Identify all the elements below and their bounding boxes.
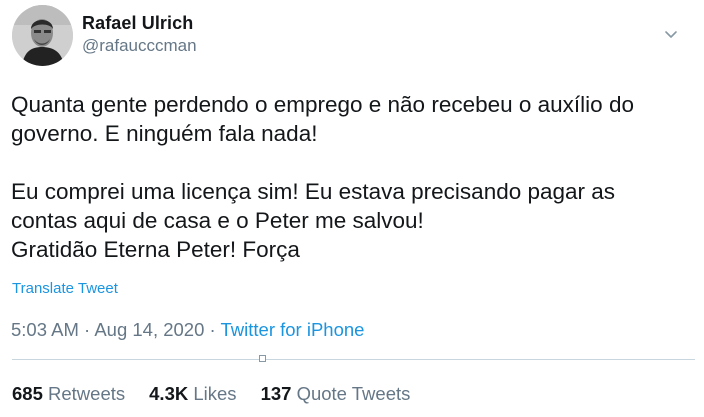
resize-handle [259, 355, 266, 362]
engagement-stats: 685 Retweets 4.3K Likes 137 Quote Tweets [12, 383, 434, 405]
tweet-source-link[interactable]: Twitter for iPhone [221, 319, 365, 340]
tweet-date[interactable]: Aug 14, 2020 [94, 319, 204, 340]
tweet-line: contas aqui de casa e o Peter me salvou! [11, 208, 424, 233]
quote-tweets-label: Quote Tweets [296, 383, 411, 404]
retweets-count: 685 [12, 383, 43, 404]
avatar[interactable] [12, 5, 73, 66]
likes-stat[interactable]: 4.3K Likes [149, 383, 236, 405]
divider [12, 359, 695, 360]
separator: · [78, 319, 95, 340]
quote-tweets-stat[interactable]: 137 Quote Tweets [261, 383, 411, 405]
tweet-header: Rafael Ulrich @rafaucccman [0, 0, 704, 70]
translate-tweet-link[interactable]: Translate Tweet [12, 280, 118, 297]
tweet-metadata: 5:03 AM · Aug 14, 2020 · Twitter for iPh… [11, 319, 364, 341]
profile-photo-icon [12, 5, 73, 66]
tweet-line: governo. E ninguém fala nada! [11, 121, 318, 146]
separator: · [204, 319, 221, 340]
chevron-down-icon[interactable] [662, 25, 680, 43]
quote-tweets-count: 137 [260, 383, 292, 404]
retweets-label: Retweets [48, 383, 126, 404]
tweet-line: Eu comprei uma licença sim! Eu estava pr… [11, 179, 616, 204]
tweet-line: Gratidão Eterna Peter! Força [11, 237, 300, 262]
retweets-stat[interactable]: 685 Retweets [12, 383, 125, 405]
likes-count: 4.3K [149, 383, 189, 404]
tweet-time[interactable]: 5:03 AM [11, 319, 79, 340]
tweet-line: Quanta gente perdendo o emprego e não re… [11, 92, 634, 117]
display-name[interactable]: Rafael Ulrich [82, 13, 193, 34]
user-handle[interactable]: @rafaucccman [82, 36, 197, 56]
tweet-body: Quanta gente perdendo o emprego e não re… [11, 90, 691, 264]
likes-label: Likes [193, 383, 237, 404]
